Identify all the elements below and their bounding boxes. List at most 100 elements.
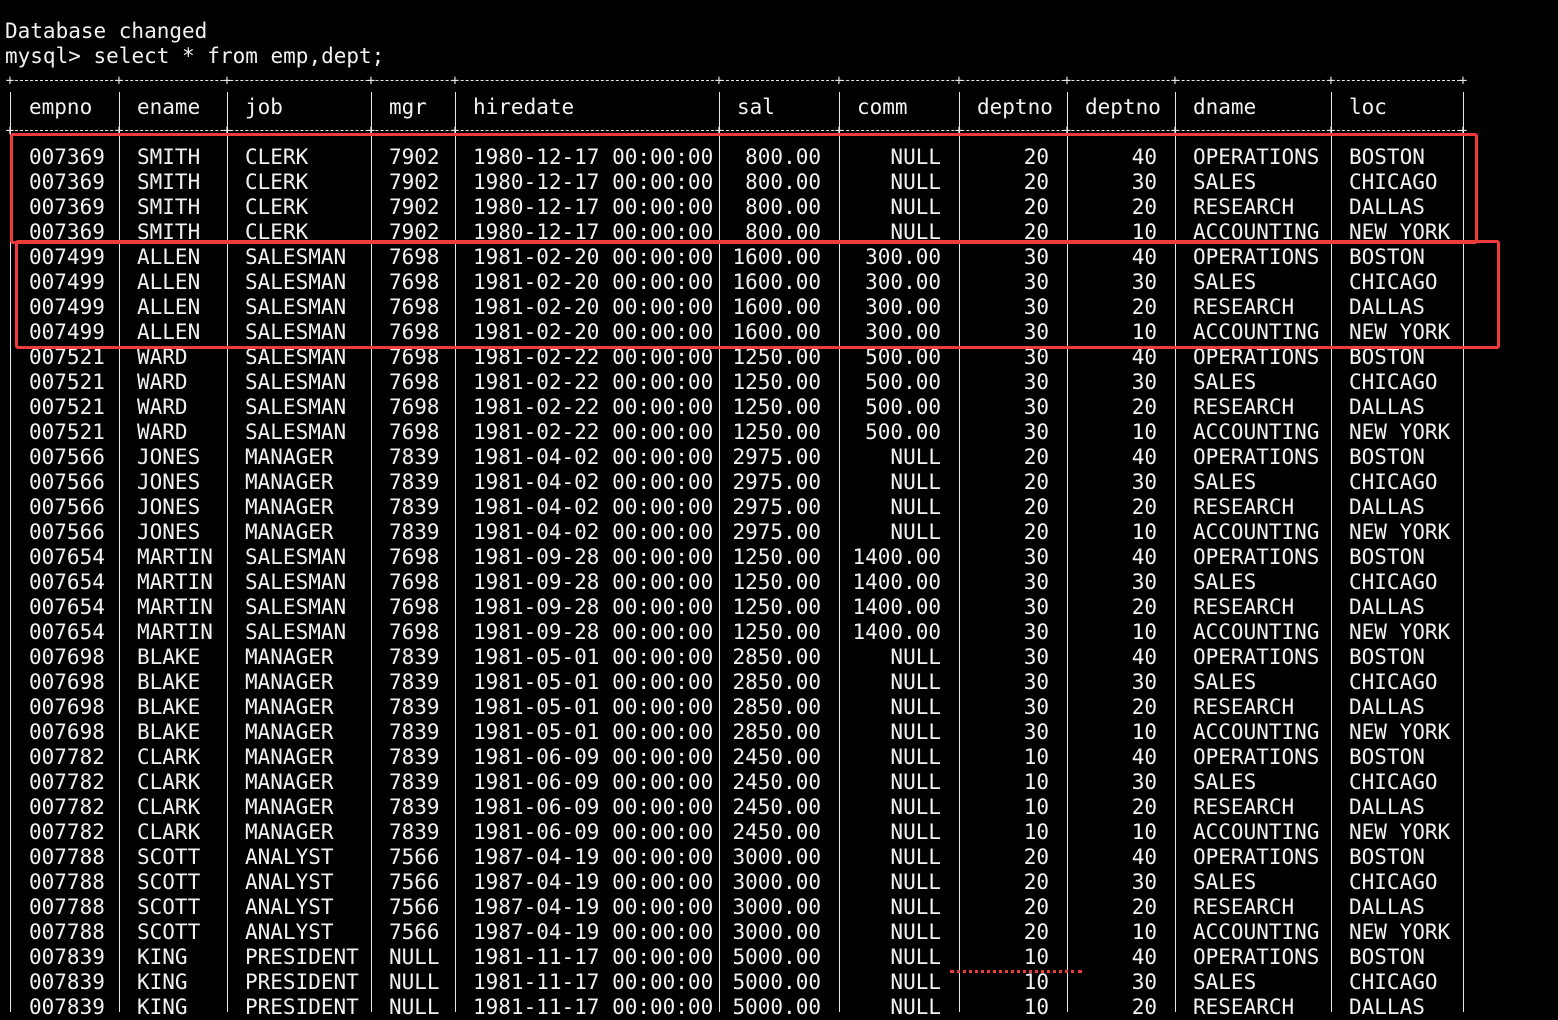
cell-deptno-dept: 30 [1131, 470, 1157, 494]
cell-dname: SALES [1193, 670, 1257, 694]
cell-dname: SALES [1193, 570, 1257, 594]
cell-ename: CLARK [137, 820, 201, 844]
cell-dname: ACCOUNTING [1193, 720, 1320, 744]
cell-deptno-dept: 40 [1131, 945, 1157, 969]
cell-loc: BOSTON [1349, 745, 1425, 769]
cell-mgr: NULL [389, 970, 440, 994]
cell-sal: 2975.00 [732, 470, 821, 494]
cell-loc: DALLAS [1349, 495, 1425, 519]
cell-job: MANAGER [245, 695, 334, 719]
cell-dname: RESEARCH [1193, 795, 1295, 819]
cell-sal: 1250.00 [732, 570, 821, 594]
cell-empno: 007782 [29, 795, 105, 819]
cell-deptno: 20 [1023, 470, 1049, 494]
border-corner: + [714, 73, 724, 89]
cell-deptno-dept: 30 [1131, 670, 1157, 694]
cell-hiredate: 1981-04-02 00:00:00 [473, 470, 714, 494]
cell-sal: 3000.00 [732, 845, 821, 869]
cell-deptno-dept: 30 [1131, 570, 1157, 594]
cell-deptno-dept: 40 [1131, 545, 1157, 569]
table-row: 007788 SCOTT ANALYST 7566 1987-04-19 00:00:0… [0, 845, 1558, 870]
cell-empno: 007698 [29, 670, 105, 694]
cell-loc: DALLAS [1349, 895, 1425, 919]
cell-job: ANALYST [245, 845, 334, 869]
table-row: 007839 KING PRESIDENT NULL 1981-11-17 00:00:… [0, 945, 1558, 970]
cell-deptno: 10 [1023, 745, 1049, 769]
column-header-dname: dname [1193, 95, 1257, 119]
column-header-loc: loc [1349, 95, 1387, 119]
cell-deptno: 30 [1023, 645, 1049, 669]
cell-mgr: 7839 [389, 495, 440, 519]
cell-hiredate: 1981-09-28 00:00:00 [473, 620, 714, 644]
cell-deptno-dept: 10 [1131, 720, 1157, 744]
cell-comm: 1400.00 [852, 545, 941, 569]
cell-job: SALESMAN [245, 420, 347, 444]
cell-hiredate: 1981-05-01 00:00:00 [473, 720, 714, 744]
cell-job: SALESMAN [245, 595, 347, 619]
cell-ename: WARD [137, 370, 188, 394]
cell-deptno-dept: 30 [1131, 970, 1157, 994]
cell-hiredate: 1987-04-19 00:00:00 [473, 870, 714, 894]
table-header-row: empno ename job mgr hiredate sal comm deptno dep… [0, 95, 1558, 120]
cell-dname: ACCOUNTING [1193, 620, 1320, 644]
cell-dname: SALES [1193, 370, 1257, 394]
cell-sal: 3000.00 [732, 870, 821, 894]
cell-ename: CLARK [137, 795, 201, 819]
cell-empno: 007839 [29, 945, 105, 969]
cell-job: SALESMAN [245, 395, 347, 419]
table-row: 007782 CLARK MANAGER 7839 1981-06-09 00:00:0… [0, 770, 1558, 795]
cell-empno: 007839 [29, 995, 105, 1019]
cell-hiredate: 1987-04-19 00:00:00 [473, 845, 714, 869]
cell-deptno: 20 [1023, 495, 1049, 519]
cell-ename: BLAKE [137, 695, 201, 719]
cell-mgr: 7698 [389, 620, 440, 644]
cell-mgr: 7566 [389, 845, 440, 869]
border-corner: + [366, 73, 376, 89]
cell-sal: 2850.00 [732, 720, 821, 744]
cell-job: PRESIDENT [245, 945, 359, 969]
table-row: 007698 BLAKE MANAGER 7839 1981-05-01 00:00:0… [0, 695, 1558, 720]
cell-hiredate: 1981-04-02 00:00:00 [473, 520, 714, 544]
cell-empno: 007788 [29, 870, 105, 894]
table-row: 007698 BLAKE MANAGER 7839 1981-05-01 00:00:0… [0, 670, 1558, 695]
cell-deptno-dept: 30 [1131, 870, 1157, 894]
cell-sal: 1250.00 [732, 370, 821, 394]
cell-deptno: 20 [1023, 520, 1049, 544]
table-row: 007788 SCOTT ANALYST 7566 1987-04-19 00:00:0… [0, 870, 1558, 895]
cell-dname: ACCOUNTING [1193, 920, 1320, 944]
cell-comm: 1400.00 [852, 570, 941, 594]
cell-dname: OPERATIONS [1193, 445, 1320, 469]
border-corner: + [1170, 73, 1180, 89]
cell-dname: OPERATIONS [1193, 845, 1320, 869]
cell-mgr: 7698 [389, 370, 440, 394]
cell-mgr: NULL [389, 945, 440, 969]
cell-loc: DALLAS [1349, 795, 1425, 819]
cell-ename: JONES [137, 495, 201, 519]
cell-comm: NULL [890, 870, 941, 894]
cell-empno: 007521 [29, 370, 105, 394]
cell-deptno: 20 [1023, 845, 1049, 869]
cell-ename: JONES [137, 470, 201, 494]
cell-deptno-dept: 40 [1131, 445, 1157, 469]
cell-hiredate: 1981-04-02 00:00:00 [473, 495, 714, 519]
border-corner: + [450, 73, 460, 89]
cell-dname: RESEARCH [1193, 995, 1295, 1019]
cell-hiredate: 1981-09-28 00:00:00 [473, 570, 714, 594]
cell-ename: SCOTT [137, 920, 201, 944]
column-header-deptno-dept: deptno [1085, 95, 1161, 119]
cell-loc: BOSTON [1349, 445, 1425, 469]
cell-sal: 5000.00 [732, 995, 821, 1019]
cell-sal: 2450.00 [732, 745, 821, 769]
cell-sal: 1250.00 [732, 595, 821, 619]
cell-comm: NULL [890, 920, 941, 944]
border-corner: + [222, 73, 232, 89]
table-top-border: + + + + + + + + + + + + [6, 74, 1467, 88]
cell-empno: 007782 [29, 770, 105, 794]
cell-sal: 2975.00 [732, 520, 821, 544]
cell-loc: CHICAGO [1349, 570, 1438, 594]
cell-comm: NULL [890, 970, 941, 994]
cell-loc: CHICAGO [1349, 370, 1438, 394]
cell-dname: RESEARCH [1193, 495, 1295, 519]
command-line[interactable]: mysql> select * from emp,dept; [5, 44, 384, 69]
cell-sal: 3000.00 [732, 920, 821, 944]
